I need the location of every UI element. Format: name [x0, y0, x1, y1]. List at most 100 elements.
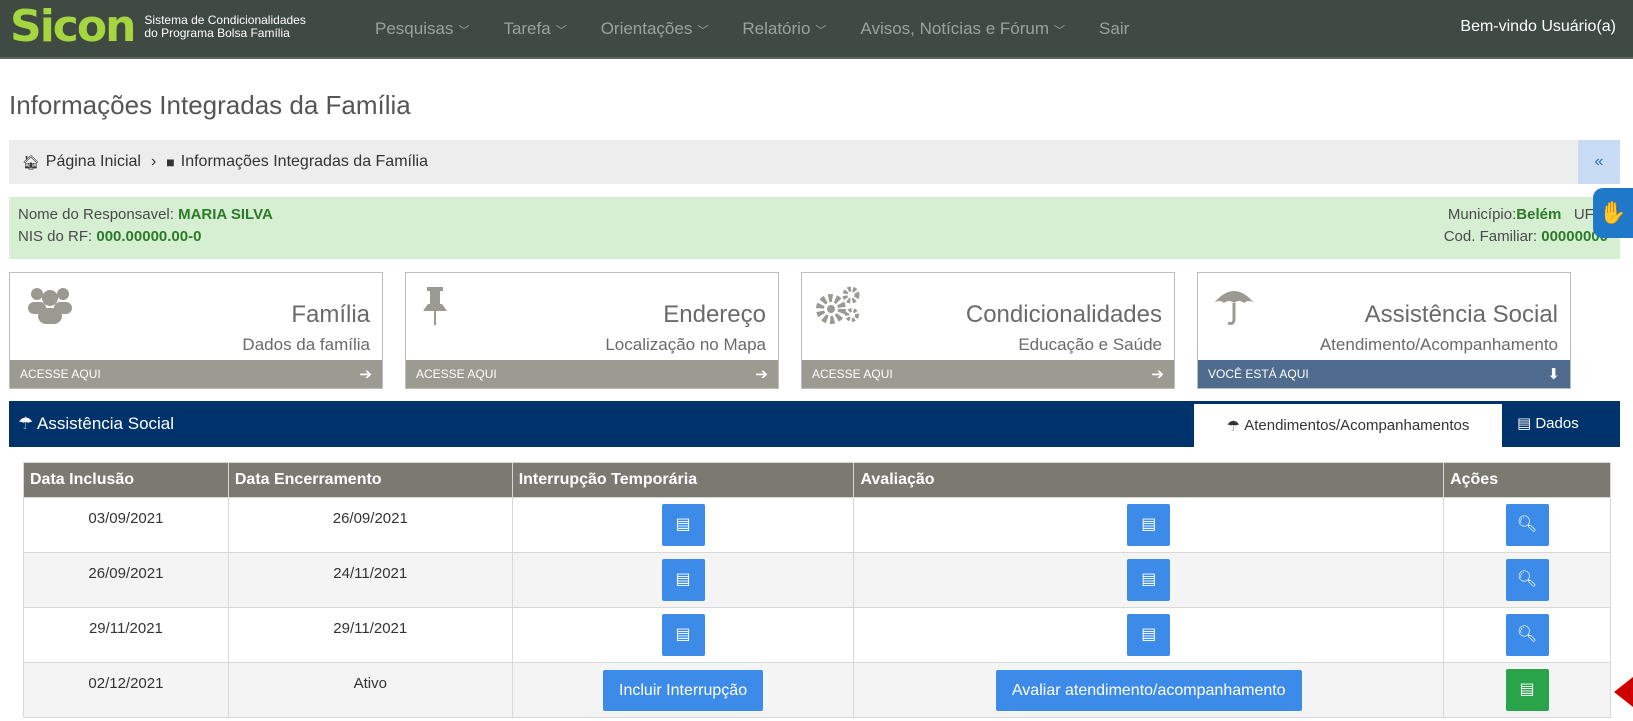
document-icon: ▤ [675, 626, 691, 643]
card-title: Condicionalidades [965, 301, 1162, 328]
search-icon: 🔍︎ [1516, 626, 1538, 643]
breadcrumb-current: Informações Integradas da Família [180, 153, 428, 170]
card-subtitle: Atendimento/Acompanhamento [1319, 335, 1558, 354]
atendimentos-table: Data Inclusão Data Encerramento Interrup… [23, 462, 1611, 718]
interrupcao-doc-button[interactable]: ▤ [661, 504, 705, 546]
document-icon: ▤ [1519, 681, 1535, 698]
responsavel-label: Nome do Responsavel: [18, 206, 179, 223]
chevron-down-icon: ﹀ [815, 25, 827, 37]
table-row: 29/11/2021 29/11/2021 ▤ ▤ 🔍︎ [23, 607, 1611, 663]
avaliacao-doc-button[interactable]: ▤ [1127, 504, 1171, 546]
cell-inclusao: 29/11/2021 [23, 607, 229, 663]
card-footer[interactable]: ACESSE AQUI ➔ [406, 360, 778, 388]
nav-relatorio[interactable]: Relatório ﹀ [742, 19, 826, 39]
cell-inclusao: 26/09/2021 [23, 552, 229, 608]
arrow-circle-down-icon: ⬇ [1547, 366, 1560, 383]
avaliacao-doc-button[interactable]: ▤ [1127, 559, 1171, 601]
home-icon: 🏠︎ [22, 153, 40, 170]
responsavel-name: MARIA SILVA [178, 206, 273, 223]
red-arrow-marker [1614, 677, 1633, 707]
card-subtitle: Dados da família [242, 335, 370, 354]
view-button[interactable]: 🔍︎ [1505, 614, 1549, 656]
document-icon: ▤ [675, 571, 691, 588]
chevron-down-icon: ﹀ [1054, 25, 1066, 37]
responsavel-panel: Nome do Responsavel: MARIA SILVA NIS do … [9, 188, 1633, 259]
col-avaliacao: Avaliação [853, 462, 1445, 498]
table-row: 02/12/2021 Ativo Incluir Interrupção Ava… [23, 662, 1611, 718]
document-icon: ■ [166, 154, 175, 170]
arrow-circle-right-icon: ➔ [359, 366, 372, 383]
nav-pesquisas[interactable]: Pesquisas ﹀ [375, 19, 469, 39]
tab-atendimentos[interactable]: ☂ Atendimentos/Acompanhamentos [1194, 404, 1502, 447]
arrow-circle-right-icon: ➔ [1151, 366, 1164, 383]
chevron-down-icon: ﹀ [697, 25, 709, 37]
chevron-down-icon: ﹀ [458, 25, 470, 37]
card-assistencia-social[interactable]: Assistência Social Atendimento/Acompanha… [1197, 272, 1571, 389]
card-footer[interactable]: ACESSE AQUI ➔ [802, 360, 1174, 388]
nav-orientacoes[interactable]: Orientações ﹀ [601, 19, 709, 39]
nav-avisos[interactable]: Avisos, Notícias e Fórum ﹀ [860, 19, 1065, 39]
cell-encerramento: 29/11/2021 [227, 607, 513, 663]
col-data-inclusao: Data Inclusão [23, 462, 229, 498]
card-endereco[interactable]: Endereço Localização no Mapa ACESSE AQUI… [405, 272, 779, 389]
interrupcao-doc-button[interactable]: ▤ [661, 614, 705, 656]
welcome-user[interactable]: Bem-vindo Usuário(a) [1460, 18, 1616, 36]
sicon-logo[interactable]: Sicon Sistema de Condicionalidades do Pr… [10, 4, 306, 50]
avaliar-atendimento-button[interactable]: Avaliar atendimento/acompanhamento [995, 669, 1302, 711]
arrow-circle-right-icon: ➔ [755, 366, 768, 383]
view-button[interactable]: 🔍︎ [1505, 504, 1549, 546]
users-icon [24, 285, 76, 334]
document-icon: ▤ [675, 516, 691, 533]
document-icon: ▤ [1141, 571, 1157, 588]
interrupcao-doc-button[interactable]: ▤ [661, 559, 705, 601]
nav-sair[interactable]: Sair [1099, 19, 1129, 39]
municipio-label: Município: [1447, 206, 1517, 223]
cell-inclusao: 02/12/2021 [23, 662, 229, 718]
accessibility-icon[interactable]: ✋ [1593, 188, 1633, 238]
chevron-down-icon: ﹀ [555, 25, 567, 37]
umbrella-icon: ☂ [1226, 417, 1245, 435]
card-footer[interactable]: ACESSE AQUI ➔ [10, 360, 382, 388]
breadcrumb: 🏠︎ Página Inicial › ■ Informações Integr… [9, 140, 1620, 184]
table-row: 26/09/2021 24/11/2021 ▤ ▤ 🔍︎ [23, 552, 1611, 608]
gears-icon [816, 285, 862, 334]
table-row: 03/09/2021 26/09/2021 ▤ ▤ 🔍︎ [23, 497, 1611, 553]
nav-tarefa[interactable]: Tarefa ﹀ [503, 19, 566, 39]
col-data-encerramento: Data Encerramento [227, 462, 513, 498]
cell-encerramento: 24/11/2021 [227, 552, 513, 608]
nis-value: 000.00000.00-0 [96, 228, 202, 245]
card-footer[interactable]: VOCÊ ESTÁ AQUI ⬇ [1198, 360, 1570, 388]
col-acoes: Ações [1443, 462, 1611, 498]
section-title: Assistência Social [37, 414, 175, 433]
card-subtitle: Educação e Saúde [1018, 335, 1162, 354]
section-header: ☂ Assistência Social ☂ Atendimentos/Acom… [9, 401, 1620, 447]
view-button[interactable]: 🔍︎ [1505, 559, 1549, 601]
collapse-button[interactable]: « [1578, 140, 1620, 184]
umbrella-icon [1212, 285, 1256, 336]
tab-dados[interactable]: ▤ Dados [1517, 414, 1579, 432]
logo-subtitle: Sistema de Condicionalidades do Programa… [144, 13, 306, 40]
pushpin-icon [420, 285, 450, 336]
logo-word: Sicon [10, 1, 136, 52]
table-header-row: Data Inclusão Data Encerramento Interrup… [23, 462, 1611, 498]
document-icon: ▤ [1141, 516, 1157, 533]
card-title: Endereço [663, 301, 766, 328]
avaliacao-doc-button[interactable]: ▤ [1127, 614, 1171, 656]
cell-encerramento: Ativo [227, 662, 513, 718]
col-interrupcao: Interrupção Temporária [511, 462, 855, 498]
municipio-value: Belém [1516, 206, 1562, 223]
document-icon: ▤ [1517, 415, 1536, 432]
breadcrumb-home[interactable]: Página Inicial [46, 153, 141, 171]
cell-encerramento: 26/09/2021 [227, 497, 513, 553]
breadcrumb-separator: › [150, 153, 157, 170]
cod-label: Cod. Familiar: [1443, 228, 1542, 245]
page-title: Informações Integradas da Família [9, 90, 411, 120]
incluir-interrupcao-button[interactable]: Incluir Interrupção [603, 669, 764, 711]
card-condicionalidades[interactable]: Condicionalidades Educação e Saúde ACESS… [801, 272, 1175, 389]
card-familia[interactable]: Família Dados da família ACESSE AQUI ➔ [9, 272, 383, 389]
card-subtitle: Localização no Mapa [605, 335, 766, 354]
main-nav: Pesquisas ﹀ Tarefa ﹀ Orientações ﹀ Relatóri… [375, 19, 1163, 39]
document-action-button[interactable]: ▤ [1505, 669, 1549, 711]
card-title: Assistência Social [1364, 301, 1558, 328]
top-navbar: Sicon Sistema de Condicionalidades do Pr… [0, 0, 1633, 59]
